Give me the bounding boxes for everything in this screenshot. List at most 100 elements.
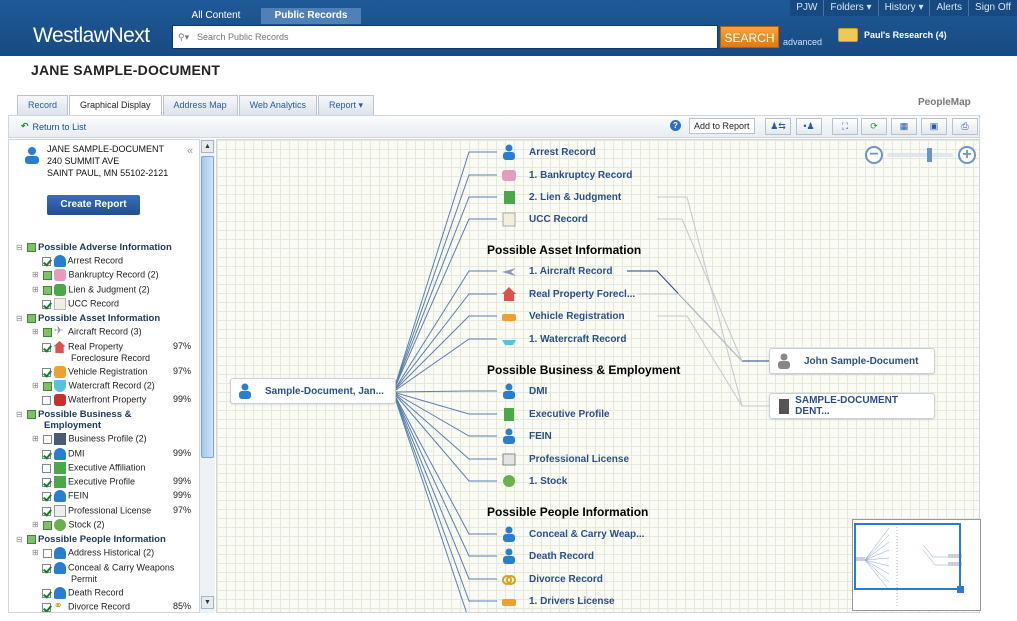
westlaw-logo[interactable]: WestlawNext xyxy=(33,24,150,48)
person-icon xyxy=(53,255,66,267)
tree-item[interactable]: ⊞ Watercraft Record (2) xyxy=(32,380,155,392)
tab-public-records[interactable]: Public Records xyxy=(261,8,361,24)
tab-report[interactable]: Report ▾ xyxy=(317,95,374,115)
tree-item[interactable]: Arrest Record xyxy=(42,255,123,267)
alerts-link[interactable]: Alerts xyxy=(929,0,968,16)
graph-node-divorce-record[interactable]: Divorce Record xyxy=(501,571,603,587)
tab-record[interactable]: Record xyxy=(17,95,69,115)
executive-icon xyxy=(504,408,514,421)
tree-item[interactable]: ⚭ Divorce Record xyxy=(42,600,130,612)
collapse-people-icon[interactable]: •♟ xyxy=(796,118,822,135)
zoom-fit-icon[interactable]: ▣ xyxy=(921,118,947,135)
graph-node-ucc[interactable]: UCC Record xyxy=(501,211,588,227)
tree-item[interactable]: DMI xyxy=(42,448,85,460)
minimap-resize-handle[interactable] xyxy=(957,586,964,593)
tree-item[interactable]: ⊞ ✈ Aircraft Record (3) xyxy=(32,326,142,338)
tree-section-people[interactable]: ⊟ Possible People Information xyxy=(16,534,166,545)
expand-people-icon[interactable]: ♟⇆ xyxy=(765,118,791,135)
left-scrollbar[interactable]: ▲ ▼ xyxy=(199,139,215,613)
advanced-search-link[interactable]: advanced xyxy=(783,37,822,47)
help-icon[interactable]: ? xyxy=(670,120,681,131)
document-icon xyxy=(53,298,66,310)
fit-screen-icon[interactable]: ⛶ xyxy=(832,118,858,135)
tree-item[interactable]: ⊞ Lien & Judgment (2) xyxy=(32,284,150,296)
building-icon xyxy=(779,399,789,414)
graph-node-fein[interactable]: FEIN xyxy=(501,428,552,444)
folders-menu[interactable]: Folders ▾ xyxy=(823,0,877,16)
search-button[interactable]: SEARCH xyxy=(720,26,779,48)
tree-item[interactable]: Waterfront Property xyxy=(42,394,146,406)
zoom-slider[interactable] xyxy=(887,153,953,157)
graph-node-vehicle[interactable]: Vehicle Registration xyxy=(501,308,625,324)
search-input[interactable] xyxy=(173,26,717,48)
document-icon xyxy=(502,212,516,227)
view-tabs: Record Graphical Display Address Map Web… xyxy=(17,95,375,116)
tree-item[interactable]: Vehicle Registration xyxy=(42,366,148,378)
zoom-slider-thumb[interactable] xyxy=(927,148,932,162)
tree-item[interactable]: ⊞ Address Historical (2) xyxy=(32,547,154,559)
graph-node-real-property[interactable]: Real Property Forecl... xyxy=(501,286,635,302)
grid-icon[interactable]: ▦ xyxy=(891,118,917,135)
user-link[interactable]: PJW xyxy=(790,0,823,16)
tree-section-asset[interactable]: ⊟ Possible Asset Information xyxy=(16,313,160,324)
zoom-out-button[interactable]: − xyxy=(865,146,883,164)
create-report-button[interactable]: Create Report xyxy=(47,195,140,215)
print-icon[interactable]: ⎙ xyxy=(952,118,978,135)
scroll-up-arrow[interactable]: ▲ xyxy=(201,140,214,153)
tree-item[interactable]: Real Property Foreclosure Record xyxy=(42,341,150,364)
graph-node-stock[interactable]: 1. Stock xyxy=(501,473,567,489)
graph-node-bankruptcy[interactable]: 1. Bankruptcy Record xyxy=(501,167,632,183)
tab-all-content[interactable]: All Content xyxy=(172,8,260,24)
research-folder[interactable]: Paul's Research (4) xyxy=(838,28,947,42)
match-percent: 97% xyxy=(173,366,192,376)
minimap-viewport[interactable] xyxy=(854,523,961,590)
graph-node-drivers-license[interactable]: 1. Drivers License xyxy=(501,593,615,609)
rings-icon: ⚭ xyxy=(53,600,63,612)
linked-business-node[interactable]: SAMPLE-DOCUMENT DENT... xyxy=(769,393,935,419)
minimap[interactable] xyxy=(852,519,981,611)
tab-address-map[interactable]: Address Map xyxy=(162,95,238,115)
person-icon xyxy=(239,383,251,399)
tree-item[interactable]: FEIN xyxy=(42,490,89,502)
refresh-icon[interactable]: ⟳ xyxy=(861,118,887,135)
person-icon xyxy=(53,448,66,460)
tree-item[interactable]: Executive Profile xyxy=(42,476,135,488)
graph-node-arrest[interactable]: Arrest Record xyxy=(501,144,596,160)
tree-section-business[interactable]: ⊟ Possible Business & Employment xyxy=(16,409,131,431)
tree-item[interactable]: Executive Affiliation xyxy=(42,462,145,474)
tree-item[interactable]: Conceal & Carry Weapons Permit xyxy=(42,562,174,585)
scroll-thumb[interactable] xyxy=(201,156,214,458)
person-icon xyxy=(53,562,66,574)
tree-item[interactable]: UCC Record xyxy=(42,298,119,310)
graph-node-executive-profile[interactable]: Executive Profile xyxy=(501,406,610,422)
person-address2: SAINT PAUL, MN 55102-2121 xyxy=(47,168,169,178)
graph-node-death-record[interactable]: Death Record xyxy=(501,548,594,564)
tree-item[interactable]: ⊞ Stock (2) xyxy=(32,519,105,531)
zoom-in-button[interactable]: + xyxy=(958,146,976,164)
match-percent: 97% xyxy=(173,505,192,515)
graph-node-professional-license[interactable]: Professional License xyxy=(501,451,629,467)
graph-node-conceal-carry[interactable]: Conceal & Carry Weap... xyxy=(501,526,644,542)
peoplemap-label: PeopleMap xyxy=(918,97,971,108)
scroll-down-arrow[interactable]: ▼ xyxy=(201,596,214,609)
linked-person-node[interactable]: John Sample-Document xyxy=(769,348,935,374)
tab-web-analytics[interactable]: Web Analytics xyxy=(238,95,317,115)
add-to-report-button[interactable]: Add to Report xyxy=(689,118,755,134)
collapse-panel-icon[interactable]: « xyxy=(187,145,193,157)
graph-node-dmi[interactable]: DMI xyxy=(501,383,547,399)
sign-off-link[interactable]: Sign Off xyxy=(968,0,1017,16)
graph-node-lien[interactable]: 2. Lien & Judgment xyxy=(501,189,621,205)
tree-item[interactable]: ⊞ Bankruptcy Record (2) xyxy=(32,269,159,281)
house-icon xyxy=(502,287,516,301)
tree-item[interactable]: Professional License xyxy=(42,505,151,517)
tree-item[interactable]: Death Record xyxy=(42,587,124,599)
graph-node-aircraft[interactable]: 1. Aircraft Record xyxy=(501,263,613,279)
tree-item[interactable]: ⊞ Business Profile (2) xyxy=(32,433,147,445)
history-menu[interactable]: History ▾ xyxy=(877,0,930,16)
root-node[interactable]: Sample-Document, Jan... xyxy=(230,378,396,404)
tree-section-adverse[interactable]: ⊟ Possible Adverse Information xyxy=(16,242,172,253)
search-icon[interactable]: ⚲▾ xyxy=(178,32,189,43)
return-to-list-link[interactable]: ↶ Return to List xyxy=(21,121,86,132)
graph-node-watercraft[interactable]: 1. Watercraft Record xyxy=(501,331,626,347)
tab-graphical-display[interactable]: Graphical Display xyxy=(69,95,162,116)
